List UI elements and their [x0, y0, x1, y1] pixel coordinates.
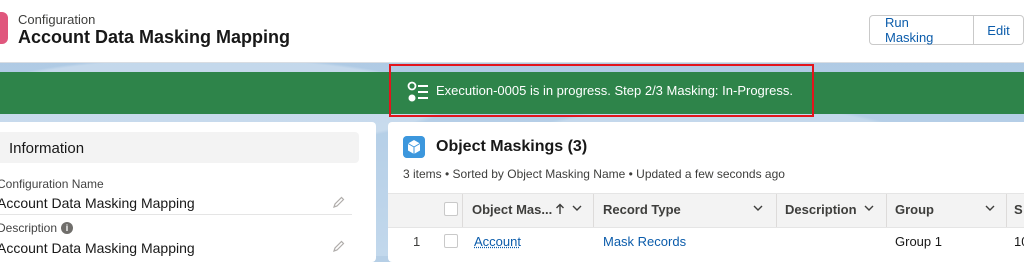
- field-label-configuration-name: Configuration Name: [0, 177, 104, 191]
- field-value-description: Account Data Masking Mapping: [0, 240, 195, 256]
- column-header-description[interactable]: Description: [785, 202, 857, 217]
- object-masking-link[interactable]: Account: [474, 234, 521, 249]
- object-label: Configuration: [18, 12, 96, 27]
- information-section-title: Information: [9, 140, 85, 157]
- column-divider: [776, 194, 777, 227]
- group-cell: Group 1: [895, 234, 942, 249]
- truncated-cell: 10: [1014, 234, 1024, 249]
- column-header-truncated[interactable]: S: [1014, 202, 1023, 217]
- run-masking-button[interactable]: Run Masking: [869, 15, 974, 45]
- column-header-group[interactable]: Group: [895, 202, 934, 217]
- column-divider: [462, 194, 463, 227]
- column-header-object-masking[interactable]: Object Mas...: [472, 202, 552, 217]
- chevron-down-icon[interactable]: [572, 204, 582, 212]
- related-list-meta: 3 items • Sorted by Object Masking Name …: [403, 167, 785, 181]
- pencil-icon[interactable]: [333, 196, 345, 208]
- configuration-object-icon: [0, 12, 8, 44]
- field-divider: [0, 214, 352, 215]
- select-all-checkbox[interactable]: [444, 202, 458, 216]
- sort-arrow-icon[interactable]: [555, 203, 565, 215]
- record-title: Account Data Masking Mapping: [18, 27, 291, 47]
- chevron-down-icon[interactable]: [985, 204, 995, 212]
- related-list-title[interactable]: Object Maskings (3): [436, 138, 587, 156]
- header-actions: Run Masking Edit: [869, 15, 1024, 45]
- column-header-record-type[interactable]: Record Type: [603, 202, 681, 217]
- record-header: Configuration Account Data Masking Mappi…: [0, 0, 1024, 63]
- field-value-configuration-name: Account Data Masking Mapping: [0, 195, 195, 211]
- progress-message: Execution-0005 is in progress. Step 2/3 …: [436, 83, 793, 98]
- object-cube-icon: [403, 136, 425, 158]
- column-divider: [593, 194, 594, 227]
- row-checkbox[interactable]: [444, 234, 458, 248]
- field-label-description: Description: [0, 221, 58, 235]
- column-divider: [1006, 194, 1007, 227]
- chevron-down-icon[interactable]: [864, 204, 874, 212]
- column-divider: [886, 194, 887, 227]
- edit-button[interactable]: Edit: [974, 15, 1024, 45]
- pencil-icon[interactable]: [333, 240, 345, 252]
- progress-path-icon: [407, 81, 428, 102]
- chevron-down-icon[interactable]: [753, 204, 763, 212]
- info-icon[interactable]: i: [61, 222, 73, 234]
- record-type-link[interactable]: Mask Records: [603, 234, 686, 249]
- row-number: 1: [413, 234, 421, 249]
